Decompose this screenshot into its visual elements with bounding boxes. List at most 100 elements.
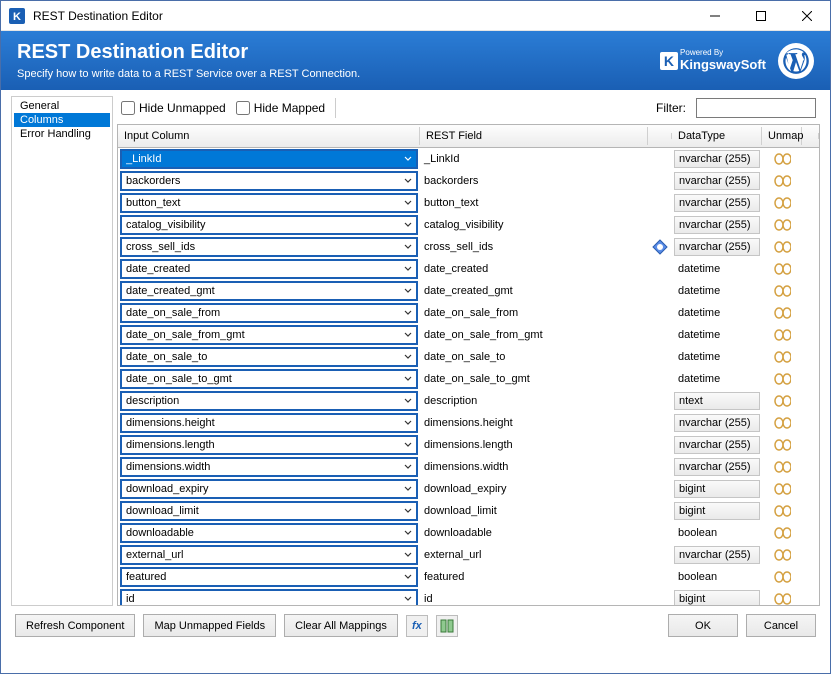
cancel-button[interactable]: Cancel xyxy=(746,614,816,637)
input-column-combo[interactable]: date_on_sale_to_gmt xyxy=(120,369,418,389)
svg-text:K: K xyxy=(13,11,21,23)
hide-mapped-input[interactable] xyxy=(236,101,250,115)
input-column-combo[interactable]: cross_sell_ids xyxy=(120,237,418,257)
key-marker-cell xyxy=(648,239,672,255)
input-column-combo[interactable]: featured xyxy=(120,567,418,587)
col-header-rest[interactable]: REST Field xyxy=(420,127,648,145)
filter-input[interactable] xyxy=(696,98,816,118)
hide-mapped-checkbox[interactable]: Hide Mapped xyxy=(236,101,325,115)
input-column-combo[interactable]: id xyxy=(120,589,418,606)
input-column-combo[interactable]: downloadable xyxy=(120,523,418,543)
input-column-combo[interactable]: description xyxy=(120,391,418,411)
table-row: ididbigint xyxy=(118,588,819,606)
maximize-button[interactable] xyxy=(738,1,784,31)
chevron-down-icon xyxy=(404,244,412,250)
close-button[interactable] xyxy=(784,1,830,31)
chevron-down-icon xyxy=(404,420,412,426)
datatype-cell[interactable]: nvarchar (255) xyxy=(672,457,762,477)
input-column-combo[interactable]: download_expiry xyxy=(120,479,418,499)
main-panel: Hide Unmapped Hide Mapped Filter: Input … xyxy=(117,96,820,606)
rest-field-cell: download_limit xyxy=(420,504,648,518)
unmap-icon[interactable] xyxy=(773,394,791,408)
minimize-button[interactable] xyxy=(692,1,738,31)
chevron-down-icon xyxy=(404,354,412,360)
unmap-icon[interactable] xyxy=(773,306,791,320)
rest-field-cell: date_on_sale_to xyxy=(420,350,648,364)
datatype-cell[interactable]: nvarchar (255) xyxy=(672,193,762,213)
table-row: catalog_visibilitycatalog_visibilitynvar… xyxy=(118,214,819,236)
col-header-input[interactable]: Input Column xyxy=(118,127,420,145)
unmap-icon[interactable] xyxy=(773,548,791,562)
input-column-combo[interactable]: download_limit xyxy=(120,501,418,521)
clear-all-mappings-button[interactable]: Clear All Mappings xyxy=(284,614,398,637)
hide-unmapped-input[interactable] xyxy=(121,101,135,115)
sidebar-item-error-handling[interactable]: Error Handling xyxy=(14,127,110,141)
input-column-combo[interactable]: date_on_sale_from xyxy=(120,303,418,323)
datatype-cell[interactable]: ntext xyxy=(672,391,762,411)
unmap-icon[interactable] xyxy=(773,592,791,606)
col-header-type[interactable]: DataType xyxy=(672,127,762,145)
table-row: download_expirydownload_expirybigint xyxy=(118,478,819,500)
unmap-icon[interactable] xyxy=(773,284,791,298)
unmap-icon[interactable] xyxy=(773,240,791,254)
unmap-icon[interactable] xyxy=(773,570,791,584)
expression-icon-button[interactable]: fx xyxy=(406,615,428,637)
grid-body[interactable]: _LinkId_LinkIdnvarchar (255)backordersba… xyxy=(118,148,819,606)
datatype-cell[interactable]: nvarchar (255) xyxy=(672,435,762,455)
ok-button[interactable]: OK xyxy=(668,614,738,637)
unmap-icon[interactable] xyxy=(773,372,791,386)
unmap-icon[interactable] xyxy=(773,328,791,342)
input-column-combo[interactable]: _LinkId xyxy=(120,149,418,169)
chevron-down-icon xyxy=(404,200,412,206)
sidebar-item-columns[interactable]: Columns xyxy=(14,113,110,127)
unmap-icon[interactable] xyxy=(773,482,791,496)
rest-field-cell: description xyxy=(420,394,648,408)
input-column-combo[interactable]: date_created xyxy=(120,259,418,279)
input-column-combo[interactable]: backorders xyxy=(120,171,418,191)
unmap-icon[interactable] xyxy=(773,526,791,540)
input-column-combo[interactable]: date_on_sale_to xyxy=(120,347,418,367)
chevron-down-icon xyxy=(404,398,412,404)
input-column-combo[interactable]: dimensions.length xyxy=(120,435,418,455)
datatype-cell[interactable]: nvarchar (255) xyxy=(672,171,762,191)
col-header-scroll xyxy=(802,133,819,139)
unmap-icon[interactable] xyxy=(773,416,791,430)
app-icon: K xyxy=(9,8,25,24)
unmap-icon[interactable] xyxy=(773,460,791,474)
input-column-combo[interactable]: catalog_visibility xyxy=(120,215,418,235)
input-column-combo[interactable]: date_on_sale_from_gmt xyxy=(120,325,418,345)
table-row: date_on_sale_from_gmtdate_on_sale_from_g… xyxy=(118,324,819,346)
sidebar-item-general[interactable]: General xyxy=(14,99,110,113)
refresh-component-button[interactable]: Refresh Component xyxy=(15,614,135,637)
unmap-icon[interactable] xyxy=(773,438,791,452)
datatype-cell[interactable]: nvarchar (255) xyxy=(672,215,762,235)
datatype-cell[interactable]: nvarchar (255) xyxy=(672,149,762,169)
unmap-icon[interactable] xyxy=(773,504,791,518)
page-title: REST Destination Editor xyxy=(17,41,660,64)
unmap-icon[interactable] xyxy=(773,262,791,276)
map-unmapped-fields-button[interactable]: Map Unmapped Fields xyxy=(143,614,276,637)
table-row: date_on_sale_todate_on_sale_todatetime xyxy=(118,346,819,368)
input-column-combo[interactable]: date_created_gmt xyxy=(120,281,418,301)
input-column-combo[interactable]: external_url xyxy=(120,545,418,565)
unmap-icon[interactable] xyxy=(773,350,791,364)
col-header-unmap[interactable]: Unmap xyxy=(762,127,802,145)
unmap-icon[interactable] xyxy=(773,196,791,210)
datatype-cell[interactable]: nvarchar (255) xyxy=(672,237,762,257)
table-row: download_limitdownload_limit bigint xyxy=(118,500,819,522)
datatype-cell[interactable]: nvarchar (255) xyxy=(672,413,762,433)
input-column-combo[interactable]: button_text xyxy=(120,193,418,213)
columns-icon-button[interactable] xyxy=(436,615,458,637)
datatype-cell[interactable]: nvarchar (255) xyxy=(672,545,762,565)
input-column-combo[interactable]: dimensions.width xyxy=(120,457,418,477)
chevron-down-icon xyxy=(404,310,412,316)
unmap-icon[interactable] xyxy=(773,152,791,166)
datatype-cell[interactable]: bigint xyxy=(672,589,762,606)
rest-field-cell: external_url xyxy=(420,548,648,562)
unmap-icon[interactable] xyxy=(773,218,791,232)
datatype-cell[interactable]: bigint xyxy=(672,479,762,499)
input-column-combo[interactable]: dimensions.height xyxy=(120,413,418,433)
unmap-icon[interactable] xyxy=(773,174,791,188)
datatype-cell[interactable]: bigint xyxy=(672,501,762,521)
hide-unmapped-checkbox[interactable]: Hide Unmapped xyxy=(121,101,226,115)
